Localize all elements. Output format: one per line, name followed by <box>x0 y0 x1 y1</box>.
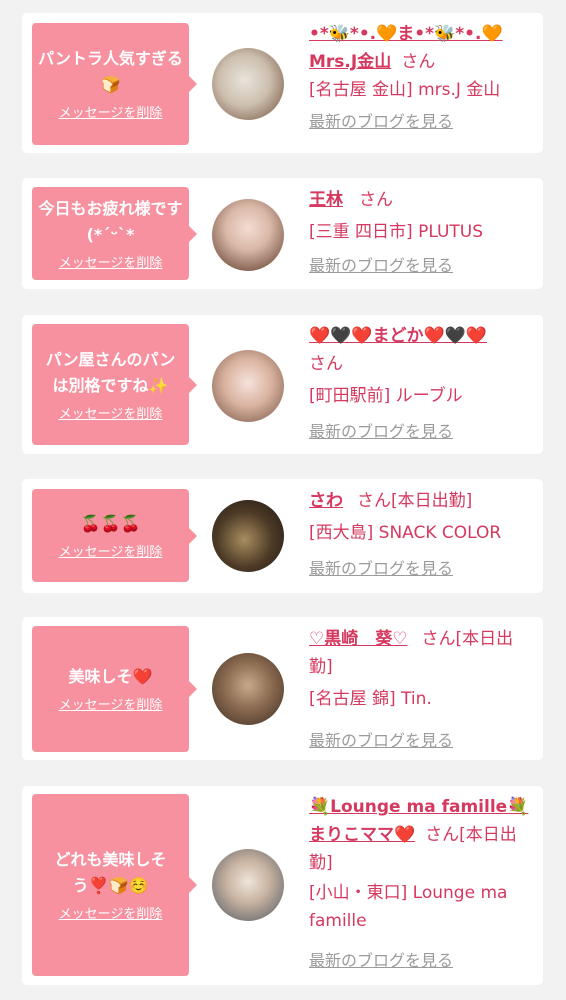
sender-name-link[interactable]: ❤️🖤❤️まどか❤️🖤❤️ <box>309 326 487 346</box>
message-card: 今日もお疲れ様です(*ˊᵕˋ* メッセージを削除 王林 さん [三重 四日市] P… <box>22 178 543 289</box>
avatar[interactable] <box>212 653 284 725</box>
sender-info: ♡黒崎 葵♡ さん[本日出勤] [名古屋 錦] Tin. 最新のブログを見る <box>309 625 535 755</box>
avatar[interactable] <box>212 350 284 422</box>
shop-info: [小山・東口] Lounge ma famille <box>309 883 508 931</box>
shop-info: [西大島] SNACK COLOR <box>309 523 502 543</box>
delete-message-link[interactable]: メッセージを削除 <box>59 545 163 561</box>
shop-info: [名古屋 金山] mrs.J 金山 <box>309 80 501 100</box>
sender-name-link[interactable]: さわ <box>309 491 343 511</box>
message-card: どれも美味しそう❣️🍞☺️ メッセージを削除 💐Lounge ma famill… <box>22 786 543 985</box>
sender-info: 💐Lounge ma famille💐まりこママ❤️ さん[本日出勤] [小山・東… <box>309 793 535 975</box>
message-card: 🍒🍒🍒 メッセージを削除 さわ さん[本日出勤] [西大島] SNACK COLO… <box>22 479 543 593</box>
message-card: パン屋さんのパンは別格ですね✨ メッセージを削除 ❤️🖤❤️まどか❤️🖤❤️ さ… <box>22 315 543 454</box>
sender-name-link[interactable]: ♡黒崎 葵♡ <box>309 629 407 649</box>
shop-info: [三重 四日市] PLUTUS <box>309 222 484 242</box>
shop-info: [町田駅前] ルーブル <box>309 386 463 406</box>
sender-suffix: さん <box>359 190 393 210</box>
sender-info: •*🐝*•.🧡ま•*🐝*•.🧡 Mrs.J金山 さん [名古屋 金山] mrs.J… <box>309 20 535 136</box>
avatar[interactable] <box>212 199 284 271</box>
sender-info: ❤️🖤❤️まどか❤️🖤❤️ さん [町田駅前] ルーブル 最新のブログを見る <box>309 322 535 446</box>
latest-blog-link[interactable]: 最新のブログを見る <box>309 951 453 970</box>
delete-message-link[interactable]: メッセージを削除 <box>59 106 163 122</box>
delete-message-link[interactable]: メッセージを削除 <box>59 256 163 272</box>
message-bubble: 🍒🍒🍒 メッセージを削除 <box>32 489 197 582</box>
message-text: どれも美味しそう❣️🍞☺️ <box>54 850 167 895</box>
message-text: パン屋さんのパンは別格ですね✨ <box>45 349 176 395</box>
latest-blog-link[interactable]: 最新のブログを見る <box>309 559 453 578</box>
message-bubble: 美味しそ❤️ メッセージを削除 <box>32 626 197 752</box>
delete-message-link[interactable]: メッセージを削除 <box>59 907 163 923</box>
sender-info: 王林 さん [三重 四日市] PLUTUS 最新のブログを見る <box>309 186 535 280</box>
message-text: 今日もお疲れ様です(*ˊᵕˋ* <box>38 198 183 244</box>
message-bubble: パン屋さんのパンは別格ですね✨ メッセージを削除 <box>32 324 197 445</box>
message-text: 美味しそ❤️ <box>68 667 153 686</box>
avatar[interactable] <box>212 500 284 572</box>
sender-info: さわ さん[本日出勤] [西大島] SNACK COLOR 最新のブログを見る <box>309 487 535 583</box>
sender-suffix: さん <box>401 52 436 72</box>
message-bubble: どれも美味しそう❣️🍞☺️ メッセージを削除 <box>32 794 197 976</box>
message-text: 🍒🍒🍒 <box>80 513 141 533</box>
delete-message-link[interactable]: メッセージを削除 <box>59 407 163 423</box>
latest-blog-link[interactable]: 最新のブログを見る <box>309 731 453 750</box>
message-text: パントラ人気すぎる🍞 <box>38 49 183 94</box>
delete-message-link[interactable]: メッセージを削除 <box>59 698 163 714</box>
avatar[interactable] <box>212 849 284 921</box>
message-card: 美味しそ❤️ メッセージを削除 ♡黒崎 葵♡ さん[本日出勤] [名古屋 錦] T… <box>22 617 543 760</box>
sender-suffix: さん[本日出勤] <box>357 491 473 511</box>
message-card: パントラ人気すぎる🍞 メッセージを削除 •*🐝*•.🧡ま•*🐝*•.🧡 Mrs.… <box>22 13 543 153</box>
latest-blog-link[interactable]: 最新のブログを見る <box>309 256 453 275</box>
shop-info: [名古屋 錦] Tin. <box>309 689 432 709</box>
sender-name-link[interactable]: 王林 <box>309 190 343 210</box>
latest-blog-link[interactable]: 最新のブログを見る <box>309 112 453 131</box>
sender-suffix: さん <box>309 354 343 374</box>
message-bubble: 今日もお疲れ様です(*ˊᵕˋ* メッセージを削除 <box>32 187 197 280</box>
avatar[interactable] <box>212 48 284 120</box>
latest-blog-link[interactable]: 最新のブログを見る <box>309 422 453 441</box>
message-bubble: パントラ人気すぎる🍞 メッセージを削除 <box>32 23 197 145</box>
